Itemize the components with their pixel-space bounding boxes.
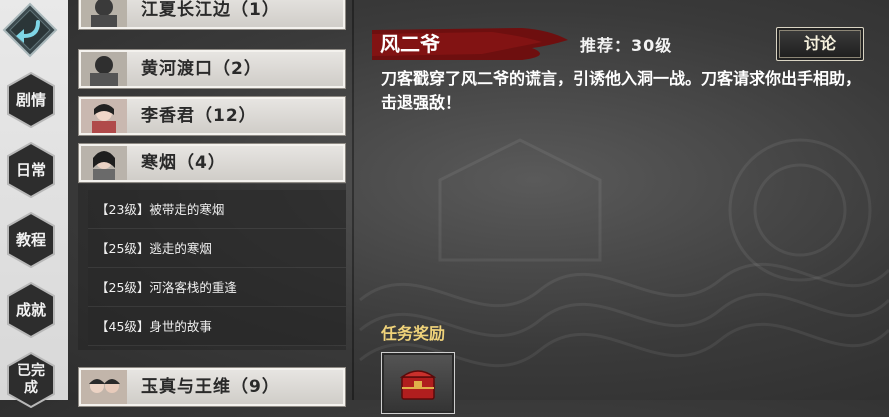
reward-heading: 任务奖励 bbox=[381, 324, 446, 343]
sidebar-item-tutorial[interactable]: 教程 bbox=[6, 212, 56, 268]
back-arrow-icon bbox=[2, 2, 58, 58]
character-portrait bbox=[81, 99, 127, 133]
discuss-button[interactable]: 讨论 bbox=[776, 27, 864, 61]
reward-item-slot[interactable] bbox=[381, 352, 455, 414]
subquest-item[interactable]: 【45级】身世的故事 bbox=[88, 307, 346, 346]
character-portrait bbox=[81, 52, 127, 86]
subquest-label: 【25级】逃走的寒烟 bbox=[96, 241, 212, 256]
quest-title: 风二爷 bbox=[380, 32, 440, 56]
quest-group-name: 黄河渡口（2） bbox=[141, 59, 262, 79]
sidebar: 剧情 日常 教程 成就 已完成 bbox=[0, 0, 68, 408]
subquest-label: 【25级】河洛客栈的重逢 bbox=[96, 280, 237, 295]
back-button[interactable] bbox=[2, 2, 58, 58]
sidebar-item-daily[interactable]: 日常 bbox=[6, 142, 56, 198]
quest-group-yellow-river[interactable]: 黄河渡口（2） bbox=[78, 49, 346, 89]
quest-group-han-yan[interactable]: 寒烟（4） bbox=[78, 143, 346, 183]
sidebar-item-label: 已完成 bbox=[17, 363, 45, 396]
subquest-item[interactable]: 【25级】逃走的寒烟 bbox=[88, 229, 346, 268]
subquest-label: 【45级】身世的故事 bbox=[96, 319, 212, 334]
treasure-box-icon bbox=[399, 370, 437, 400]
quest-group-li-xiangjun[interactable]: 李香君（12） bbox=[78, 96, 346, 136]
quest-group-name: 寒烟（4） bbox=[141, 153, 226, 173]
quest-group-name: 玉真与王维（9） bbox=[141, 377, 280, 397]
quest-group-jiangxia[interactable]: 江夏长江边（1） bbox=[78, 0, 346, 30]
sidebar-item-label: 日常 bbox=[15, 161, 46, 179]
subquest-label: 【23级】被带走的寒烟 bbox=[96, 202, 225, 217]
sidebar-item-achievement[interactable]: 成就 bbox=[6, 282, 56, 338]
quest-list: 江夏长江边（1） 黄河渡口（2） 李香君（12） 寒烟（4） 【23级】被带走的… bbox=[78, 0, 346, 407]
character-portrait bbox=[81, 146, 127, 180]
subquest-item[interactable]: 【25级】河洛客栈的重逢 bbox=[88, 268, 346, 307]
quest-group-yuzhen-wangwei[interactable]: 玉真与王维（9） bbox=[78, 367, 346, 407]
quest-group-name: 李香君（12） bbox=[141, 106, 257, 126]
sidebar-item-label: 教程 bbox=[15, 231, 46, 249]
quest-group-name: 江夏长江边（1） bbox=[141, 0, 280, 20]
panel-divider bbox=[352, 0, 354, 400]
sidebar-item-label: 剧情 bbox=[15, 91, 46, 109]
sidebar-item-story[interactable]: 剧情 bbox=[6, 72, 56, 128]
sidebar-item-label: 成就 bbox=[15, 301, 46, 319]
character-portrait bbox=[81, 0, 127, 27]
character-portrait bbox=[81, 370, 127, 404]
quest-description: 刀客戳穿了风二爷的谎言，引诱他入洞一战。刀客请求你出手相助，击退强敌！ bbox=[381, 69, 862, 112]
subquest-item[interactable]: 【23级】被带走的寒烟 bbox=[88, 190, 346, 229]
recommended-level: 推荐：30级 bbox=[580, 36, 673, 55]
